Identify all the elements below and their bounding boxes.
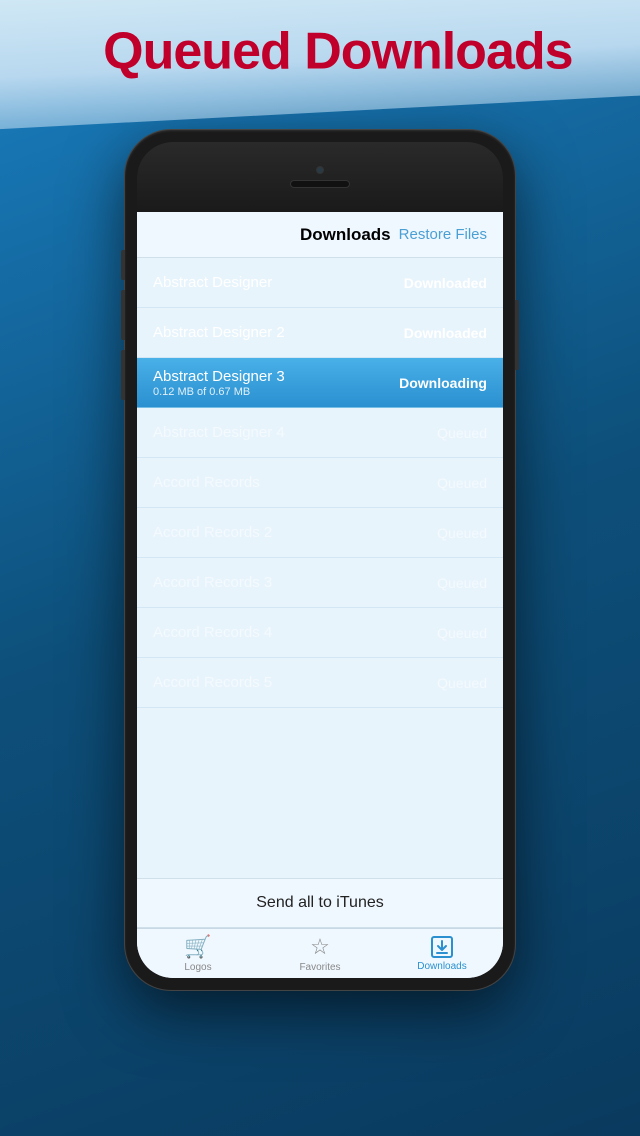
item-subtext: 0.12 MB of 0.67 MB xyxy=(153,386,285,398)
download-item[interactable]: Abstract Designer 2 Downloaded xyxy=(137,308,503,358)
item-status: Queued xyxy=(437,575,487,591)
banner-title: Queued Downloads xyxy=(103,21,572,81)
navigation-bar: Downloads Restore Files xyxy=(137,212,503,258)
item-name: Abstract Designer 3 xyxy=(153,368,285,385)
tab-downloads-label: Downloads xyxy=(417,961,466,972)
restore-files-button[interactable]: Restore Files xyxy=(399,226,487,243)
item-left: Accord Records 4 xyxy=(153,624,272,641)
download-item[interactable]: Accord Records 5 Queued xyxy=(137,658,503,708)
item-status: Queued xyxy=(437,475,487,491)
queued-downloads-banner: Queued Downloads xyxy=(0,0,640,130)
side-button-power xyxy=(515,300,519,370)
item-name: Accord Records 2 xyxy=(153,524,272,541)
download-item[interactable]: Accord Records 3 Queued xyxy=(137,558,503,608)
item-left: Accord Records xyxy=(153,474,260,491)
item-left: Accord Records 2 xyxy=(153,524,272,541)
speaker-grille xyxy=(290,180,350,188)
nav-title: Downloads xyxy=(300,225,391,245)
tab-logos[interactable]: 🛒 Logos xyxy=(137,929,259,978)
download-icon xyxy=(431,936,453,958)
item-name: Accord Records 3 xyxy=(153,574,272,591)
item-name: Abstract Designer xyxy=(153,274,272,291)
item-left: Accord Records 3 xyxy=(153,574,272,591)
item-status: Queued xyxy=(437,675,487,691)
front-camera xyxy=(316,166,324,174)
download-item[interactable]: Accord Records Queued xyxy=(137,458,503,508)
download-item[interactable]: Accord Records 4 Queued xyxy=(137,608,503,658)
side-button-vol-up xyxy=(121,290,125,340)
item-status: Downloaded xyxy=(404,275,487,291)
item-name: Accord Records xyxy=(153,474,260,491)
download-item[interactable]: Abstract Designer 3 0.12 MB of 0.67 MB D… xyxy=(137,358,503,408)
tab-favorites-label: Favorites xyxy=(299,962,340,973)
tab-bar: 🛒 Logos ☆ Favorites Downloads xyxy=(137,928,503,978)
tab-favorites[interactable]: ☆ Favorites xyxy=(259,929,381,978)
download-list: Abstract Designer Downloaded Abstract De… xyxy=(137,258,503,878)
item-status: Downloading xyxy=(399,375,487,391)
item-left: Abstract Designer 3 0.12 MB of 0.67 MB xyxy=(153,368,285,398)
app-screen: Downloads Restore Files Abstract Designe… xyxy=(137,212,503,978)
tab-downloads[interactable]: Downloads xyxy=(381,929,503,978)
item-left: Accord Records 5 xyxy=(153,674,272,691)
item-name: Accord Records 4 xyxy=(153,624,272,641)
phone-frame: Downloads Restore Files Abstract Designe… xyxy=(125,130,515,990)
phone-screen: Downloads Restore Files Abstract Designe… xyxy=(137,142,503,978)
cart-icon: 🛒 xyxy=(184,934,211,960)
phone-top-bezel xyxy=(137,142,503,212)
send-all-label: Send all to iTunes xyxy=(256,894,383,912)
star-icon: ☆ xyxy=(310,934,330,960)
item-status: Queued xyxy=(437,525,487,541)
download-item[interactable]: Accord Records 2 Queued xyxy=(137,508,503,558)
item-status: Queued xyxy=(437,425,487,441)
item-left: Abstract Designer 4 xyxy=(153,424,285,441)
item-status: Queued xyxy=(437,625,487,641)
tab-logos-label: Logos xyxy=(184,962,211,973)
side-button-vol-down xyxy=(121,350,125,400)
download-item[interactable]: Abstract Designer 4 Queued xyxy=(137,408,503,458)
send-all-bar[interactable]: Send all to iTunes xyxy=(137,878,503,928)
item-left: Abstract Designer xyxy=(153,274,272,291)
item-name: Accord Records 5 xyxy=(153,674,272,691)
item-status: Downloaded xyxy=(404,325,487,341)
side-button-mute xyxy=(121,250,125,280)
item-name: Abstract Designer 2 xyxy=(153,324,285,341)
item-left: Abstract Designer 2 xyxy=(153,324,285,341)
download-item[interactable]: Abstract Designer Downloaded xyxy=(137,258,503,308)
item-name: Abstract Designer 4 xyxy=(153,424,285,441)
